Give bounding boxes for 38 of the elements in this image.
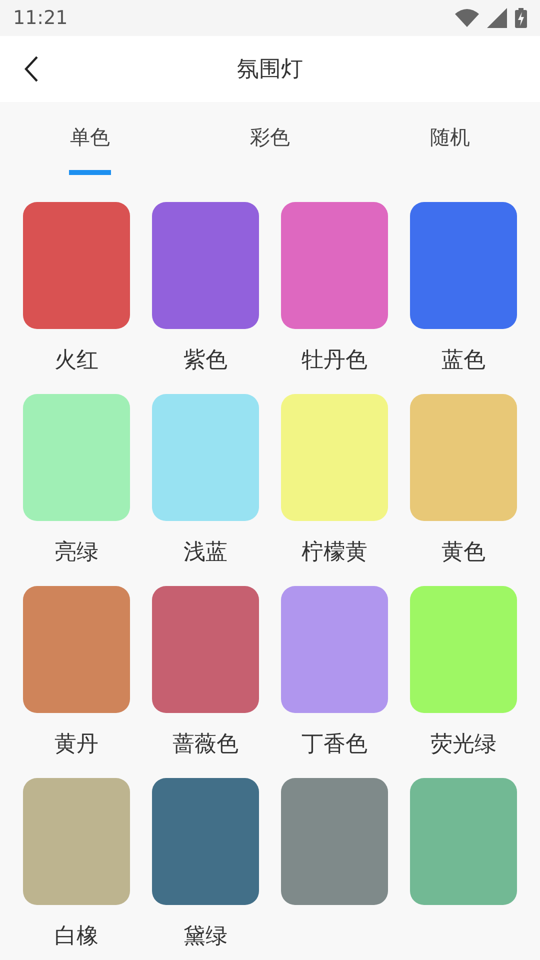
color-label: 紫色 — [184, 347, 228, 375]
color-swatch[interactable] — [152, 202, 259, 329]
color-label: 荧光绿 — [430, 731, 496, 759]
color-swatch[interactable] — [23, 586, 130, 713]
tab[interactable]: 单色 — [0, 102, 180, 202]
color-swatch[interactable] — [281, 394, 388, 521]
color-label: 黄色 — [442, 539, 486, 567]
color-label: 黄丹 — [54, 731, 98, 759]
color-label: 蔷薇色 — [172, 731, 238, 759]
color-swatch[interactable] — [23, 202, 130, 329]
color-swatch[interactable] — [281, 586, 388, 713]
color-label: 白橡 — [54, 923, 98, 951]
color-swatch[interactable] — [281, 778, 388, 905]
color-label: 火红 — [54, 347, 98, 375]
page-title: 氛围灯 — [237, 56, 303, 84]
wifi-icon — [455, 9, 479, 27]
color-swatch[interactable] — [410, 778, 517, 905]
color-label: 浅蓝 — [184, 539, 228, 567]
color-swatch[interactable] — [410, 394, 517, 521]
color-swatch[interactable] — [152, 394, 259, 521]
color-label: 丁香色 — [302, 731, 368, 759]
color-swatch[interactable] — [410, 586, 517, 713]
color-label: 牡丹色 — [302, 347, 368, 375]
color-swatch[interactable] — [23, 778, 130, 905]
tab[interactable]: 随机 — [360, 102, 540, 202]
tab[interactable]: 彩色 — [180, 102, 360, 202]
color-label: 黛绿 — [184, 923, 228, 951]
color-swatch[interactable] — [281, 202, 388, 329]
color-swatch[interactable] — [410, 202, 517, 329]
color-swatch[interactable] — [152, 778, 259, 905]
color-label: 亮绿 — [54, 539, 98, 567]
color-label: 柠檬黄 — [302, 539, 368, 567]
color-swatch[interactable] — [23, 394, 130, 521]
battery-icon — [515, 8, 527, 28]
status-time: 11:21 — [13, 6, 68, 31]
color-label: 蓝色 — [442, 347, 486, 375]
signal-icon — [487, 8, 507, 28]
color-swatch[interactable] — [152, 586, 259, 713]
